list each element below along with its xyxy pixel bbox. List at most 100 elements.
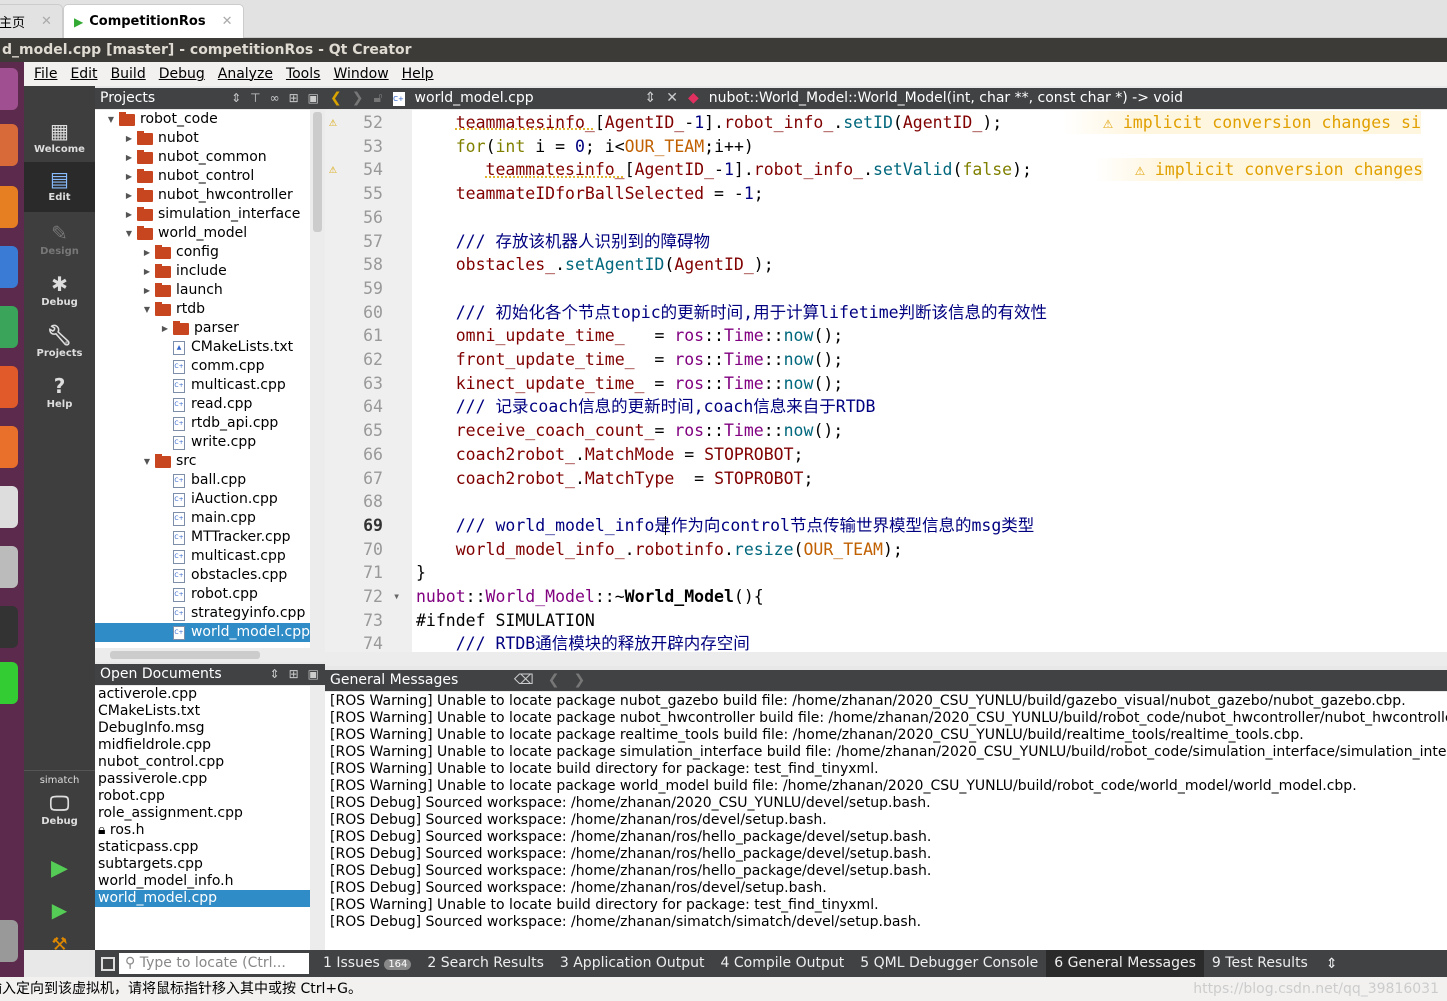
menu-build[interactable]: Build — [111, 66, 146, 82]
tree-item[interactable]: C+ multicast.cpp — [95, 547, 310, 566]
tree-item[interactable]: ▶ simulation_interface — [95, 205, 310, 224]
code-line[interactable]: 70 world_model_info_.robotinfo.resize(OU… — [325, 538, 1447, 561]
forward-icon[interactable]: ❯ — [352, 88, 364, 109]
code-line[interactable]: 52 ⚠ teammatesinfo_[AgentID_-1].robot_inf… — [325, 111, 1447, 134]
tree-item[interactable]: ▼ robot_code — [95, 110, 310, 129]
menu-tools[interactable]: Tools — [286, 66, 321, 82]
trash-icon[interactable] — [0, 920, 18, 962]
tree-item[interactable]: ▼ world_model — [95, 224, 310, 243]
open-document-item[interactable]: world_model_info.h — [95, 873, 310, 890]
code-line[interactable]: 62 front_update_time_ = ros::Time::now()… — [325, 348, 1447, 371]
tree-item[interactable]: C+ robot.cpp — [95, 585, 310, 604]
collapsed-arrow-icon[interactable]: ▶ — [123, 148, 135, 167]
kit-selector[interactable]: simatch 🖵︎ Debug — [24, 770, 95, 840]
tree-item[interactable]: C+ rtdb_api.cpp — [95, 414, 310, 433]
open-document-item[interactable]: subtargets.cpp — [95, 856, 310, 873]
terminal-icon[interactable] — [0, 606, 18, 648]
tree-item[interactable]: ▶ config — [95, 243, 310, 262]
tree-item[interactable]: ▶ include — [95, 262, 310, 281]
collapsed-arrow-icon[interactable]: ▶ — [159, 319, 171, 338]
output-tab[interactable]: 4 Compile Output — [713, 950, 853, 977]
output-tab[interactable]: 2 Search Results — [419, 950, 551, 977]
qtcreator-icon[interactable] — [0, 662, 18, 704]
file-selector[interactable]: world_model.cpp — [415, 88, 635, 109]
menu-edit[interactable]: Edit — [70, 66, 97, 82]
software-icon[interactable] — [0, 426, 18, 468]
code-line[interactable]: 68 — [325, 490, 1447, 513]
split-icon[interactable]: ⊞ — [289, 88, 299, 109]
code-line[interactable]: 56 — [325, 206, 1447, 229]
collapsed-arrow-icon[interactable]: ▶ — [123, 167, 135, 186]
tree-item[interactable]: C+ ball.cpp — [95, 471, 310, 490]
collapsed-arrow-icon[interactable]: ▶ — [123, 205, 135, 224]
code-line[interactable]: 73 #ifndef SIMULATION — [325, 609, 1447, 632]
menu-window[interactable]: Window — [333, 66, 388, 82]
editor-hscrollbar[interactable] — [325, 652, 1447, 666]
menu-help[interactable]: Help — [402, 66, 434, 82]
split-icon[interactable]: ⊞ — [289, 664, 299, 685]
close-pane-icon[interactable]: ▣ — [308, 88, 319, 109]
code-line[interactable]: 65 receive_coach_count_= ros::Time::now(… — [325, 419, 1447, 442]
general-messages-output[interactable]: [ROS Warning] Unable to locate package n… — [325, 692, 1447, 950]
tree-item[interactable]: ▲ CMakeLists.txt — [95, 338, 310, 357]
settings-icon[interactable] — [0, 546, 18, 588]
code-line[interactable]: 74 /// RTDB通信模块的释放开辟内存空间 — [325, 632, 1447, 652]
panel-title[interactable]: Open Documents — [100, 664, 222, 685]
fold-arrow-icon[interactable]: ▾ — [393, 585, 400, 608]
code-line[interactable]: 57 /// 存放该机器人识别到的障碍物 — [325, 230, 1447, 253]
next-icon[interactable]: ❯ — [574, 670, 586, 691]
calc-icon[interactable] — [0, 306, 18, 348]
code-line[interactable]: 71} — [325, 561, 1447, 584]
tree-item[interactable]: ▶ nubot — [95, 129, 310, 148]
open-document-item[interactable]: activerole.cpp — [95, 686, 310, 703]
tree-item[interactable]: ▼ rtdb — [95, 300, 310, 319]
open-document-item[interactable]: role_assignment.cpp — [95, 805, 310, 822]
code-line[interactable]: 61 omni_update_time_ = ros::Time::now(); — [325, 324, 1447, 347]
code-line[interactable]: 66 coach2robot_.MatchMode = STOPROBOT; — [325, 443, 1447, 466]
writer-icon[interactable] — [0, 246, 18, 288]
back-icon[interactable]: ❮ — [330, 88, 342, 109]
output-tab[interactable]: 5 QML Debugger Console — [852, 950, 1046, 977]
tab-competitionros[interactable]: ▶ CompetitionRos ✕ — [63, 4, 244, 38]
tree-item[interactable]: C+ read.cpp — [95, 395, 310, 414]
link-icon[interactable]: ∞ — [270, 88, 280, 109]
collapsed-arrow-icon[interactable]: ▶ — [123, 129, 135, 148]
code-line[interactable]: 63 kinect_update_time_ = ros::Time::now(… — [325, 372, 1447, 395]
panel-title[interactable]: Projects — [100, 88, 155, 109]
sort-icon[interactable]: ⇕ — [645, 88, 657, 109]
open-document-item[interactable]: passiverole.cpp — [95, 771, 310, 788]
sort-icon[interactable]: ⇕ — [270, 664, 280, 685]
docs-scrollbar[interactable] — [310, 686, 325, 950]
tree-item[interactable]: C+ MTTracker.cpp — [95, 528, 310, 547]
tree-item[interactable]: C+ write.cpp — [95, 433, 310, 452]
amazon-icon[interactable] — [0, 486, 18, 528]
impress-icon[interactable] — [0, 366, 18, 408]
menu-analyze[interactable]: Analyze — [218, 66, 273, 82]
filter-icon[interactable]: ⊤ — [250, 88, 260, 109]
tree-item[interactable]: C+ world_model.cpp — [95, 623, 310, 642]
tree-item[interactable]: C+ obstacles.cpp — [95, 566, 310, 585]
menu-file[interactable]: File — [34, 66, 57, 82]
output-tab[interactable]: 9 Test Results — [1204, 950, 1316, 977]
firefox-icon[interactable] — [0, 186, 18, 228]
output-tab[interactable]: 6 General Messages — [1046, 950, 1204, 977]
menu-debug[interactable]: Debug — [159, 66, 205, 82]
close-pane-icon[interactable]: ▣ — [308, 664, 319, 685]
tree-item[interactable]: C+ strategyinfo.cpp — [95, 604, 310, 623]
code-line[interactable]: 64 /// 记录coach信息的更新时间,coach信息来自于RTDB — [325, 395, 1447, 418]
open-document-item[interactable]: midfieldrole.cpp — [95, 737, 310, 754]
code-line[interactable]: 72 ▾ nubot::World_Model::~World_Model(){ — [325, 585, 1447, 608]
sort-icon[interactable]: ⇕ — [231, 88, 241, 109]
dash-icon[interactable] — [0, 68, 18, 110]
mode-edit[interactable]: ▤ Edit — [24, 162, 95, 212]
symbol-selector[interactable]: nubot::World_Model::World_Model(int, cha… — [709, 88, 1183, 109]
mode-welcome[interactable]: ▦ Welcome — [24, 114, 95, 164]
code-line[interactable]: 55 teammateIDforBallSelected = -1; — [325, 182, 1447, 205]
tree-item[interactable]: ▶ nubot_common — [95, 148, 310, 167]
mode-design[interactable]: ✎ Design — [24, 216, 95, 266]
more-tabs-icon[interactable]: ⇕ — [1326, 956, 1338, 972]
tree-item[interactable]: ▶ parser — [95, 319, 310, 338]
close-icon[interactable]: ✕ — [222, 14, 233, 29]
expanded-arrow-icon[interactable]: ▼ — [105, 110, 117, 129]
code-line[interactable]: 54 ⚠ teammatesinfo_[AgentID_-1].robot_inf… — [325, 158, 1447, 182]
